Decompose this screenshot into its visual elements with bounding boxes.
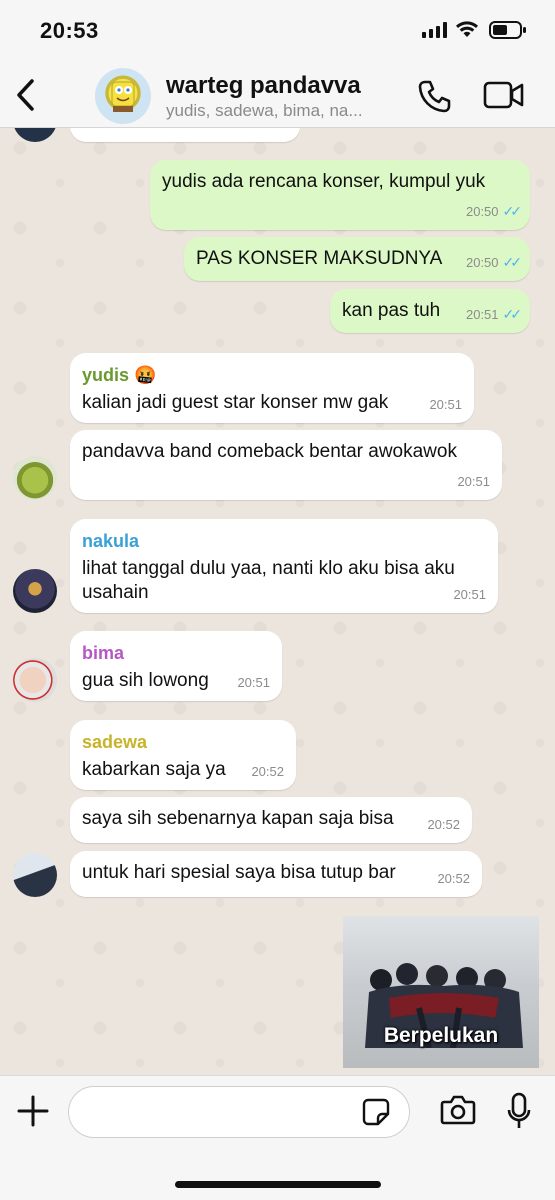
sticker-icon[interactable] <box>362 1098 390 1126</box>
message-time: 20:51 <box>457 474 490 489</box>
avatar-partial <box>13 128 57 142</box>
sender-name: sadewa <box>82 732 148 752</box>
message-time: 20:51 <box>465 307 499 322</box>
input-bar <box>0 1075 555 1200</box>
spongebob-avatar-image <box>111 81 135 112</box>
camera-icon[interactable] <box>440 1094 476 1126</box>
status-bar: 20:53 <box>0 0 555 62</box>
message-text: kan pas tuh <box>342 300 441 321</box>
read-ticks-icon: ✓✓ <box>502 203 523 219</box>
avatar-sadewa[interactable] <box>13 853 57 897</box>
message-time: 20:51 <box>429 397 462 412</box>
message-time: 20:52 <box>251 764 284 779</box>
message-text: yudis ada rencana konser, kumpul yuk <box>162 171 486 192</box>
message-incoming[interactable]: saya sih sebenarnya kapan saja bisa 20:5… <box>70 797 472 843</box>
message-meta: 20:50 ✓✓ <box>465 250 523 275</box>
group-avatar[interactable] <box>95 68 151 124</box>
avatar-bima[interactable] <box>13 658 57 702</box>
message-text: pandavva band comeback bentar awokawok <box>82 441 457 462</box>
message-incoming[interactable]: nakula lihat tanggal dulu yaa, nanti klo… <box>70 519 498 613</box>
message-time: 20:51 <box>453 587 486 602</box>
message-text: PAS KONSER MAKSUDNYA <box>196 248 443 269</box>
sender-name: yudis 🤬 <box>82 365 157 385</box>
hug-sticker[interactable]: Berpelukan <box>343 916 539 1068</box>
chat-area[interactable]: yudis ada rencana konser, kumpul yuk 20:… <box>0 128 555 1075</box>
message-outgoing[interactable]: yudis ada rencana konser, kumpul yuk 20:… <box>150 160 530 230</box>
microphone-icon[interactable] <box>506 1092 532 1132</box>
message-time: 20:52 <box>427 817 460 832</box>
message-time: 20:50 <box>465 204 499 219</box>
back-chevron-icon[interactable] <box>14 78 36 112</box>
read-ticks-icon: ✓✓ <box>502 254 523 270</box>
message-bubble-partial <box>70 128 300 142</box>
message-time: 20:51 <box>237 675 270 690</box>
sender-name: bima <box>82 643 125 663</box>
status-time: 20:53 <box>40 18 99 43</box>
message-incoming[interactable]: untuk hari spesial saya bisa tutup bar 2… <box>70 851 482 897</box>
group-members[interactable]: yudis, sadewa, bima, na... <box>166 101 363 121</box>
avatar-nakula[interactable] <box>13 569 57 613</box>
message-outgoing[interactable]: kan pas tuh 20:51 ✓✓ <box>330 289 530 333</box>
message-time: 20:52 <box>437 871 470 886</box>
home-indicator[interactable] <box>175 1181 381 1188</box>
message-incoming[interactable]: yudis 🤬 kalian jadi guest star konser mw… <box>70 353 474 423</box>
message-text: saya sih sebenarnya kapan saja bisa <box>82 808 394 829</box>
chat-header: warteg pandavva yudis, sadewa, bima, na.… <box>0 62 555 128</box>
wifi-icon <box>456 21 478 37</box>
message-text: gua sih lowong <box>82 670 209 691</box>
message-input[interactable] <box>68 1086 410 1138</box>
message-outgoing[interactable]: PAS KONSER MAKSUDNYA 20:50 ✓✓ <box>184 237 530 281</box>
message-text: lihat tanggal dulu yaa, nanti klo aku bi… <box>82 558 455 603</box>
phone-icon[interactable] <box>416 78 452 114</box>
message-meta: 20:51 ✓✓ <box>465 302 523 327</box>
read-ticks-icon: ✓✓ <box>502 306 523 322</box>
video-camera-icon[interactable] <box>483 80 525 110</box>
sticker-caption: Berpelukan <box>383 1024 499 1047</box>
message-incoming[interactable]: pandavva band comeback bentar awokawok 2… <box>70 430 502 500</box>
group-title[interactable]: warteg pandavva <box>166 72 361 100</box>
signal-icon <box>422 22 447 38</box>
plus-icon[interactable] <box>16 1094 50 1128</box>
battery-icon <box>489 21 526 39</box>
avatar-yudis[interactable] <box>13 456 57 500</box>
message-incoming[interactable]: bima gua sih lowong 20:51 <box>70 631 282 701</box>
message-meta: 20:50 ✓✓ <box>465 199 523 224</box>
message-text: untuk hari spesial saya bisa tutup bar <box>82 862 396 883</box>
message-incoming[interactable]: sadewa kabarkan saja ya 20:52 <box>70 720 296 790</box>
sender-name: nakula <box>82 531 140 551</box>
message-time: 20:50 <box>465 255 499 270</box>
message-text: kalian jadi guest star konser mw gak <box>82 392 389 413</box>
message-text: kabarkan saja ya <box>82 759 226 780</box>
